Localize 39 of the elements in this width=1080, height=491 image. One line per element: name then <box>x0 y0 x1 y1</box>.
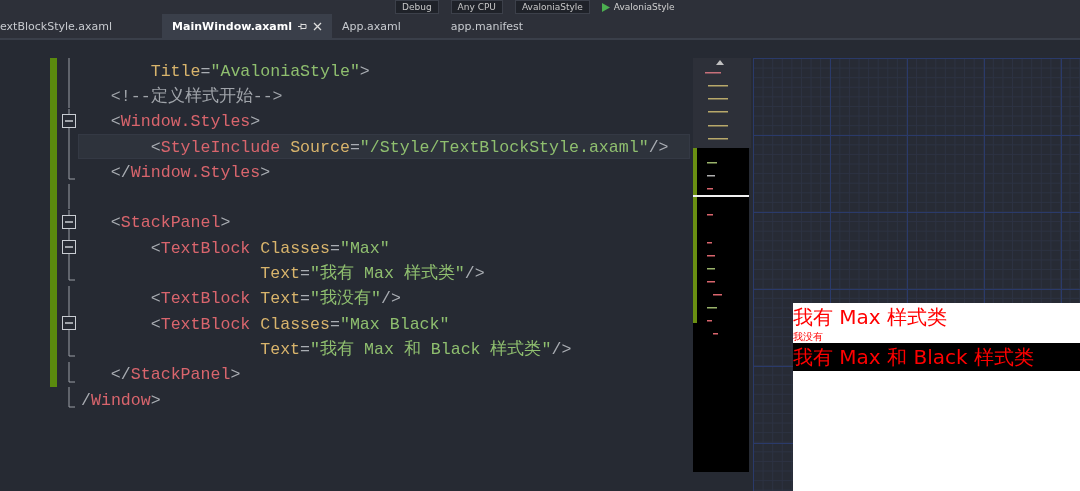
code-line: <!--定义样式开始--> <box>109 85 283 107</box>
toolbar-dropdown[interactable]: Debug <box>395 0 439 14</box>
preview-text: 我没有 <box>793 331 823 343</box>
preview-text: 我有 Max 和 Black 样式类 <box>793 343 1080 371</box>
tab-label: MainWindow.axaml <box>172 19 292 33</box>
fold-guide-line <box>68 285 70 311</box>
close-icon[interactable] <box>313 21 322 31</box>
code-line: </Window.Styles> <box>109 161 271 182</box>
tab-label: App.axaml <box>342 19 401 33</box>
collapse-toggle-icon[interactable] <box>62 209 76 235</box>
collapse-toggle-icon[interactable] <box>62 235 76 261</box>
file-tab[interactable]: MainWindow.axaml <box>162 14 332 38</box>
code-line: <TextBlock Classes="Max" <box>149 237 390 258</box>
fold-guide-line <box>68 133 70 159</box>
code-line: Text="我有 Max 和 Black 样式类"/> <box>259 338 572 360</box>
file-tab[interactable]: App.axaml <box>332 14 411 38</box>
run-button[interactable]: AvaloniaStyle <box>601 2 675 12</box>
code-line: /Window> <box>81 389 161 410</box>
tab-label: app.manifest <box>450 19 524 33</box>
code-line: <StyleInclude Source="/Style/TextBlockStyle.axaml"/> <box>149 136 669 157</box>
collapse-toggle-icon[interactable] <box>62 310 76 336</box>
toolbar-dropdown[interactable]: Any CPU <box>450 0 503 14</box>
file-tab[interactable]: app.manifest <box>440 14 534 38</box>
file-tab[interactable]: extBlockStyle.axaml <box>0 14 123 38</box>
pin-icon[interactable] <box>298 21 307 31</box>
code-line: Title="AvaloniaStyle"> <box>149 60 370 81</box>
collapse-toggle-icon[interactable] <box>62 108 76 134</box>
minimap-drawing[interactable] <box>693 58 751 472</box>
code-line: <StackPanel> <box>109 212 231 233</box>
code-line: <TextBlock Classes="Max Black" <box>149 313 450 334</box>
code-line: <TextBlock Text="我没有"/> <box>149 288 401 310</box>
code-line: Text="我有 Max 样式类"/> <box>259 263 485 284</box>
code-line: <Window.Styles> <box>109 111 261 132</box>
code-line: </StackPanel> <box>109 364 241 385</box>
play-icon <box>601 2 610 12</box>
fold-guide-line <box>68 184 70 210</box>
toolbar-dropdown[interactable]: AvaloniaStyle <box>514 0 590 14</box>
tab-label: extBlockStyle.axaml <box>0 19 113 33</box>
preview-text: 我有 Max 样式类 <box>793 304 948 331</box>
